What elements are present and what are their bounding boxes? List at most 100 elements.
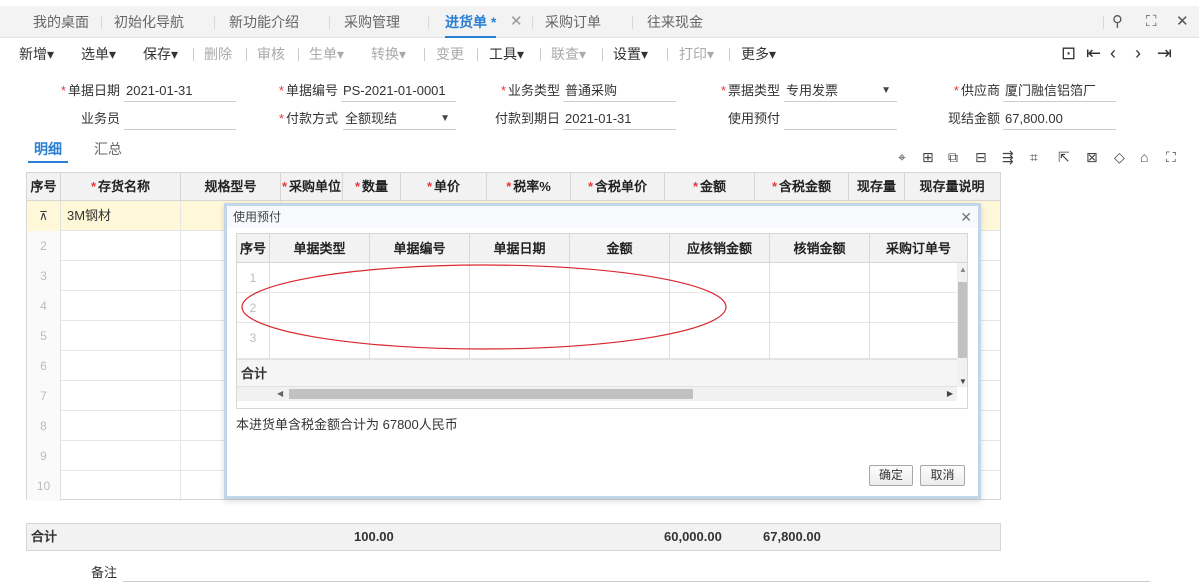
grid-header: 序号 * 存货名称 规格型号 * 采购单位 * 数量 * 单价 * 税率% * 含税单价 *…: [27, 173, 1000, 201]
dialog-message: 本进货单含税金额合计为 67800人民币: [236, 417, 458, 432]
doc-date-field[interactable]: 2021-01-31: [124, 80, 236, 102]
close-icon[interactable]: ✕: [1176, 12, 1189, 32]
fullscreen-icon[interactable]: ⛶: [1166, 148, 1176, 166]
row-number: 8: [27, 411, 61, 441]
location-icon[interactable]: ⌖: [898, 148, 906, 166]
biz-type-field[interactable]: 普通采购: [563, 80, 676, 102]
column-header: 序号: [27, 173, 61, 201]
tab-detail[interactable]: 明细: [28, 138, 68, 163]
toolbar-separator: [424, 48, 425, 61]
toolbar-separator: [298, 48, 299, 61]
tab-separator: [1103, 16, 1104, 29]
ok-button[interactable]: 确定: [869, 465, 913, 486]
doc-no-label: * 单据编号: [278, 83, 338, 98]
table-cell[interactable]: [61, 321, 181, 351]
table-cell[interactable]: [61, 441, 181, 471]
remark-label: 备注: [91, 565, 118, 580]
tools-button[interactable]: 工具▾: [489, 39, 524, 69]
supplier-field[interactable]: 厦门融信铝箔厂: [1003, 80, 1116, 102]
import-icon[interactable]: ⇶: [1002, 148, 1014, 166]
previous-record-icon[interactable]: ‹: [1110, 42, 1116, 64]
table-cell[interactable]: [61, 291, 181, 321]
tab-purchase-order[interactable]: 采购订单: [545, 6, 601, 38]
row-number: 5: [27, 321, 61, 351]
next-record-icon[interactable]: ›: [1135, 42, 1141, 64]
column-header[interactable]: * 税率%: [487, 173, 571, 201]
save-button[interactable]: 保存▾: [143, 39, 178, 69]
due-date-field[interactable]: 2021-01-31: [563, 108, 676, 130]
column-header[interactable]: * 含税金额: [755, 173, 849, 201]
column-header[interactable]: 规格型号: [181, 173, 281, 201]
table-cell[interactable]: [61, 411, 181, 441]
copy-row-icon[interactable]: ⧉: [948, 148, 958, 166]
table-cell[interactable]: [61, 231, 181, 261]
prepay-field[interactable]: [784, 108, 897, 130]
tab-close-icon[interactable]: ✕: [510, 6, 523, 38]
doc-no-field[interactable]: PS-2021-01-0001: [341, 80, 456, 102]
new-button[interactable]: 新增▾: [19, 39, 54, 69]
tab-init-nav[interactable]: 初始化导航: [114, 6, 184, 38]
column-header[interactable]: * 存货名称: [61, 173, 181, 201]
prepay-dialog: 使用预付 ✕ 序号 单据类型 单据编号 单据日期 金额 应核销金额 核销金额 采…: [224, 203, 981, 499]
toolbar-separator: [667, 48, 668, 61]
table-cell[interactable]: [61, 471, 181, 501]
column-header[interactable]: * 含税单价: [571, 173, 665, 201]
split-icon[interactable]: ⊠: [1086, 148, 1098, 166]
tab-purchase-receipt[interactable]: 进货单 *: [445, 6, 497, 38]
audit-button[interactable]: 审核: [257, 39, 285, 69]
toolbar-separator: [602, 48, 603, 61]
column-header[interactable]: 现存量说明: [905, 173, 999, 201]
staff-field[interactable]: [124, 108, 236, 130]
change-button[interactable]: 变更: [436, 39, 464, 69]
staff-label: 业务员: [80, 111, 120, 126]
column-header[interactable]: * 采购单位: [281, 173, 343, 201]
warehouse-icon[interactable]: ⌂: [1140, 148, 1148, 166]
column-header[interactable]: * 单价: [401, 173, 487, 201]
insert-row-icon[interactable]: ⊞: [922, 148, 934, 166]
tab-summary[interactable]: 汇总: [94, 138, 122, 160]
row-number: 2: [27, 231, 61, 261]
tab-separator: [329, 16, 330, 29]
more-button[interactable]: 更多▾: [741, 39, 776, 69]
locate-icon[interactable]: ⊡: [1061, 42, 1076, 64]
delete-button[interactable]: 删除: [204, 39, 232, 69]
barcode-icon[interactable]: ⌗: [1030, 148, 1038, 166]
total-tax-amount: 67,800.00: [763, 529, 821, 544]
tab-desktop[interactable]: 我的桌面: [33, 6, 89, 38]
column-header[interactable]: * 金额: [665, 173, 755, 201]
row-action-icon[interactable]: ⊼: [27, 201, 61, 231]
print-button[interactable]: 打印▾: [679, 39, 714, 69]
prepay-label: 使用预付: [727, 111, 780, 126]
convert-button[interactable]: 转换▾: [371, 39, 406, 69]
invoice-type-select[interactable]: 专用发票 ▼: [784, 80, 897, 102]
fullscreen-icon[interactable]: ⛶: [1146, 12, 1157, 32]
paste-row-icon[interactable]: ⊟: [975, 148, 987, 166]
pay-method-label: * 付款方式: [278, 111, 338, 126]
settings-button[interactable]: 设置▾: [613, 39, 648, 69]
search-icon[interactable]: ⚲: [1112, 12, 1123, 32]
last-record-icon[interactable]: ⇥: [1157, 42, 1172, 64]
table-cell[interactable]: [61, 351, 181, 381]
row-number: 9: [27, 441, 61, 471]
generate-button[interactable]: 生单▾: [309, 39, 344, 69]
tab-purchase-mgmt[interactable]: 采购管理: [344, 6, 400, 38]
column-header[interactable]: * 数量: [343, 173, 401, 201]
cancel-button[interactable]: 取消: [920, 465, 965, 486]
query-button[interactable]: 联查▾: [551, 39, 586, 69]
export-icon[interactable]: ⇱: [1058, 148, 1070, 166]
pay-method-select[interactable]: 全额现结 ▼: [343, 108, 456, 130]
due-date-label: 付款到期日: [494, 111, 560, 126]
table-cell[interactable]: [61, 261, 181, 291]
tab-cash[interactable]: 往来现金: [647, 6, 703, 38]
tab-new-features[interactable]: 新功能介绍: [229, 6, 299, 38]
item-name-cell[interactable]: 3M钢材: [61, 201, 181, 231]
column-header[interactable]: 现存量: [849, 173, 905, 201]
toolbar: 新增▾ 选单▾ 保存▾ 删除 审核 生单▾ 转换▾ 变更 工具▾ 联查▾ 设置▾…: [0, 39, 1199, 69]
tag-icon[interactable]: ◇: [1114, 148, 1125, 166]
table-cell[interactable]: [61, 381, 181, 411]
select-button[interactable]: 选单▾: [81, 39, 116, 69]
remark-field[interactable]: [123, 581, 1150, 582]
cash-amount-field[interactable]: 67,800.00: [1003, 108, 1116, 130]
tab-separator: [214, 16, 215, 29]
first-record-icon[interactable]: ⇤: [1086, 42, 1101, 64]
